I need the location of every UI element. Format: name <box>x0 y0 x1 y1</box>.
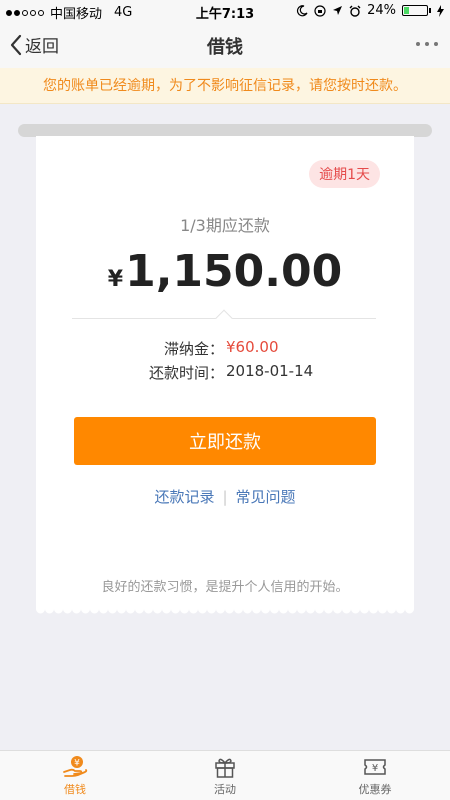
tab-bar: ¥ 借钱 活动 ¥ 优惠券 <box>0 750 450 800</box>
overdue-badge: 逾期1天 <box>309 160 380 188</box>
ticket-scalloped-edge <box>36 606 414 614</box>
gift-icon <box>215 758 235 778</box>
faq-link[interactable]: 常见问题 <box>236 488 296 506</box>
svg-text:¥: ¥ <box>74 758 80 768</box>
tab-coupons-label: 优惠券 <box>358 782 392 796</box>
tab-activity[interactable]: 活动 <box>150 751 300 800</box>
late-fee-value: ¥60.00 <box>226 338 279 356</box>
currency-symbol: ¥ <box>107 267 124 292</box>
hand-yen-icon: ¥ <box>63 755 88 777</box>
more-dots-icon <box>416 42 420 46</box>
page-title: 借钱 <box>207 37 243 58</box>
navigation-bar: 返回 借钱 <box>0 22 450 68</box>
tab-borrow-label: 借钱 <box>64 782 86 796</box>
divider-notch <box>215 309 233 327</box>
amount-value: 1,150.00 <box>125 246 343 297</box>
due-amount: ¥1,150.00 <box>36 246 414 297</box>
charging-icon <box>437 4 444 17</box>
more-options-button[interactable] <box>416 42 438 46</box>
orientation-lock-icon <box>314 4 326 17</box>
tab-borrow[interactable]: ¥ 借钱 <box>0 751 150 800</box>
overdue-notice-banner: 您的账单已经逾期，为了不影响征信记录，请您按时还款。 <box>0 68 450 104</box>
period-label: 1/3期应还款 <box>180 216 270 235</box>
status-bar: 中国移动 4G 上午7:13 24% <box>0 0 450 22</box>
location-icon <box>333 6 343 15</box>
tab-coupons[interactable]: ¥ 优惠券 <box>300 751 450 800</box>
due-date-value: 2018-01-14 <box>226 362 314 380</box>
bill-links: 还款记录 | 常见问题 <box>36 486 414 507</box>
battery-percent: 24% <box>367 3 396 18</box>
repay-now-button[interactable]: 立即还款 <box>74 417 376 465</box>
bill-card: 逾期1天 1/3期应还款 ¥1,150.00 滞纳金： ¥60.00 还款时间：… <box>36 136 414 606</box>
battery-icon <box>402 5 431 16</box>
coupon-icon: ¥ <box>364 758 386 775</box>
link-separator: | <box>222 488 228 506</box>
due-date-label: 还款时间： <box>148 364 224 382</box>
svg-text:¥: ¥ <box>372 763 378 774</box>
credit-tip: 良好的还款习惯，是提升个人信用的开始。 <box>101 580 349 595</box>
repayment-records-link[interactable]: 还款记录 <box>154 488 214 506</box>
late-fee-label: 滞纳金： <box>163 340 224 358</box>
tab-activity-label: 活动 <box>214 782 236 796</box>
moon-icon <box>297 4 308 16</box>
alarm-icon <box>349 5 361 17</box>
